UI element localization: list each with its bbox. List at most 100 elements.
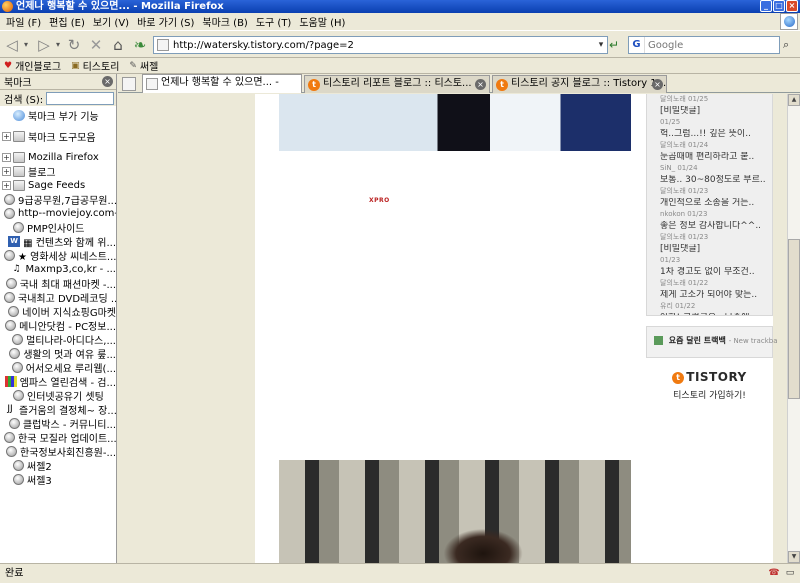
bookmark-item[interactable]: 한국정보사회진흥원-... [0,444,116,458]
comment-item[interactable]: 눈곱때매 편리하라고 붙.. SiN_ 01/24 [660,152,768,174]
bookmark-item[interactable]: 멀티나라-아디다스,... [0,332,116,346]
menu-view[interactable]: 보기 (V) [91,14,135,29]
tab-tistory-notice[interactable]: t 티스토리 공지 블로그 :: Tistory 1... × [492,75,667,93]
comment-item[interactable]: 보통.. 30~80정도로 부르.. 달의노래 01/23 [660,175,768,197]
phone-icon[interactable]: ☎ [768,568,780,579]
leaf-icon[interactable]: ❧ [130,35,150,55]
back-button[interactable]: ◁ [2,35,22,55]
sidebar-search-input[interactable] [46,91,115,105]
maximize-button[interactable]: □ [773,0,785,12]
comment-text[interactable]: 헉..그럼...!! 깊은 뜻이.. [660,129,768,140]
bookmark-folder[interactable]: + 북마크 도구모음 [0,129,116,143]
vertical-scrollbar[interactable]: ▲ ▼ [787,94,800,563]
tab-tistory-report[interactable]: t 티스토리 리포트 블로그 :: 티스토... × [304,75,490,93]
menu-help[interactable]: 도움말 (H) [297,14,351,29]
bookmark-item[interactable]: W ▦ 컨텐츠와 함께 위... [0,234,116,248]
comment-text[interactable]: 아하! 그렇군요.. 나중에.. [660,313,768,315]
comment-text[interactable]: 보통.. 30~80정도로 부르.. [660,175,768,186]
bookmark-folder[interactable]: + Sage Feeds [0,178,116,192]
window-icon[interactable]: ▭ [784,568,796,579]
bookmark-item[interactable]: 생활의 멋과 여유 뤂... [0,346,116,360]
bookmark-label: Sage Feeds [28,179,86,191]
bookmark-item[interactable]: 북마크 부가 기능 [0,108,116,122]
bookmark-item[interactable]: http--moviejoy.com- [0,206,116,220]
expand-icon[interactable]: + [2,152,11,162]
comment-item[interactable]: 좋은 정보 감사합니다^^.. 달의노래 01/23 [660,221,768,243]
bookmark-item[interactable]: 국내최고 DVD레코딩 ... [0,290,116,304]
comment-text[interactable]: 좋은 정보 감사합니다^^.. [660,221,768,232]
scroll-up-icon[interactable]: ▲ [788,94,800,106]
bookmark-item[interactable]: 어서오세요 루리웹(... [0,360,116,374]
bookmark-item[interactable]: 엠파스 열린검색 - 검... [0,374,116,388]
bookmark-tistory[interactable]: ▣ 티스토리 [71,58,119,74]
menu-bar: 파일 (F) 편집 (E) 보기 (V) 바로 가기 (S) 북마크 (B) 도… [0,13,800,30]
menu-tools[interactable]: 도구 (T) [254,14,298,29]
close-button[interactable]: × [786,0,798,12]
bookmark-sseojel[interactable]: ✎ 써젤 [129,58,158,74]
comment-item[interactable]: 달의노래 01/25 [660,94,768,105]
forward-dropdown-icon[interactable]: ▾ [54,35,62,55]
bookmark-item[interactable]: PMP인사이드 [0,220,116,234]
comment-text[interactable]: 1차 경고도 없이 무조건.. [660,267,768,278]
tab-active[interactable]: 언제나 행복할 수 있으면... - [142,74,302,93]
comment-item[interactable]: 1차 경고도 없이 무조건.. 달의노래 01/22 [660,267,768,289]
menu-go[interactable]: 바로 가기 (S) [135,14,200,29]
bookmark-item[interactable]: 써젤3 [0,472,116,486]
comment-item[interactable]: 제게 고소가 되어야 맞는.. 유리 01/22 [660,290,768,312]
menu-file[interactable]: 파일 (F) [4,14,47,29]
comment-item[interactable]: [비밀댓글] 01/23 [660,244,768,266]
bookmark-item[interactable]: 9급공무원,7급공무원... [0,192,116,206]
globe-icon [4,431,15,443]
comment-item[interactable]: 헉..그럼...!! 깊은 뜻이.. 달의노래 01/24 [660,129,768,151]
bookmark-item[interactable]: 한국 모질라 업데이트... [0,430,116,444]
bookmark-item[interactable]: 네이버 지식쇼핑G마켓 [0,304,116,318]
go-button[interactable]: ↵ [609,38,623,52]
bookmark-item[interactable]: JJ 즐거움의 결정체~ 장... [0,402,116,417]
comment-text[interactable]: 개인적으로 소송을 거는.. [660,198,768,209]
scroll-down-icon[interactable]: ▼ [788,551,800,563]
comment-text[interactable]: [비밀댓글] [660,244,768,255]
tab-close-icon[interactable]: × [652,79,663,90]
url-dropdown-icon[interactable]: ▾ [595,37,607,53]
bookmark-item[interactable]: 메니안닷컴 - PC정보... [0,318,116,332]
search-input[interactable] [645,39,775,51]
bookmark-item[interactable]: 국내 최대 패션마켓 -... [0,276,116,290]
bookmark-item[interactable]: 클럽박스 - 커뮤니티... [0,416,116,430]
comment-text[interactable]: 제게 고소가 되어야 맞는.. [660,290,768,301]
expand-icon[interactable]: + [2,166,11,176]
menu-bookmarks[interactable]: 북마크 (B) [200,14,253,29]
menu-edit[interactable]: 편집 (E) [47,14,91,29]
new-tab-button[interactable] [122,77,136,91]
search-icon[interactable]: ⌕ [783,38,797,52]
bookmark-item[interactable]: 인터넷공유기 셋팅 [0,388,116,402]
forward-button[interactable]: ▷ [34,35,54,55]
minimize-button[interactable]: _ [760,0,772,12]
photo-blue-car[interactable]: XPRO [279,164,631,446]
back-dropdown-icon[interactable]: ▾ [22,35,30,55]
bookmark-folder[interactable]: + Mozilla Firefox [0,150,116,164]
expand-icon[interactable]: + [2,131,11,141]
comment-item[interactable]: 개인적으로 소송을 거는.. nkokon 01/23 [660,198,768,220]
scroll-thumb[interactable] [788,239,800,399]
photo-top[interactable] [279,94,631,151]
photo-booth[interactable] [279,460,631,563]
comment-item[interactable]: [비밀댓글] 01/25 [660,106,768,128]
sidebar-close-icon[interactable]: × [102,76,113,87]
url-bar[interactable]: http://watersky.tistory.com/?page=2 ▾ [153,36,608,54]
reload-button[interactable]: ↻ [64,35,84,55]
google-icon[interactable]: G [629,37,645,53]
expand-icon[interactable]: + [2,180,11,190]
bookmark-folder[interactable]: + 블로그 [0,164,116,178]
comment-text[interactable]: 눈곱때매 편리하라고 붙.. [660,152,768,163]
bookmark-item[interactable]: 써젤2 [0,458,116,472]
bookmark-personal-blog[interactable]: ♥ 개인블로그 [4,58,61,74]
bookmark-item[interactable]: ♫ Maxmp3,co,kr - ... [0,262,116,276]
home-button[interactable]: ⌂ [108,35,128,55]
comment-item[interactable]: 아하! 그렇군요.. 나중에..달의노래 01/21 [660,313,768,315]
tistory-banner[interactable]: t TISTORY 티스토리 가입하기! [646,366,773,416]
comment-text[interactable]: [비밀댓글] [660,106,768,117]
tistory-join-link[interactable]: 티스토리 가입하기! [646,388,773,401]
bookmark-item[interactable]: ★ 영화세상 씨네스트... [0,248,116,262]
tab-close-icon[interactable]: × [475,79,486,90]
stop-button[interactable]: ✕ [86,35,106,55]
